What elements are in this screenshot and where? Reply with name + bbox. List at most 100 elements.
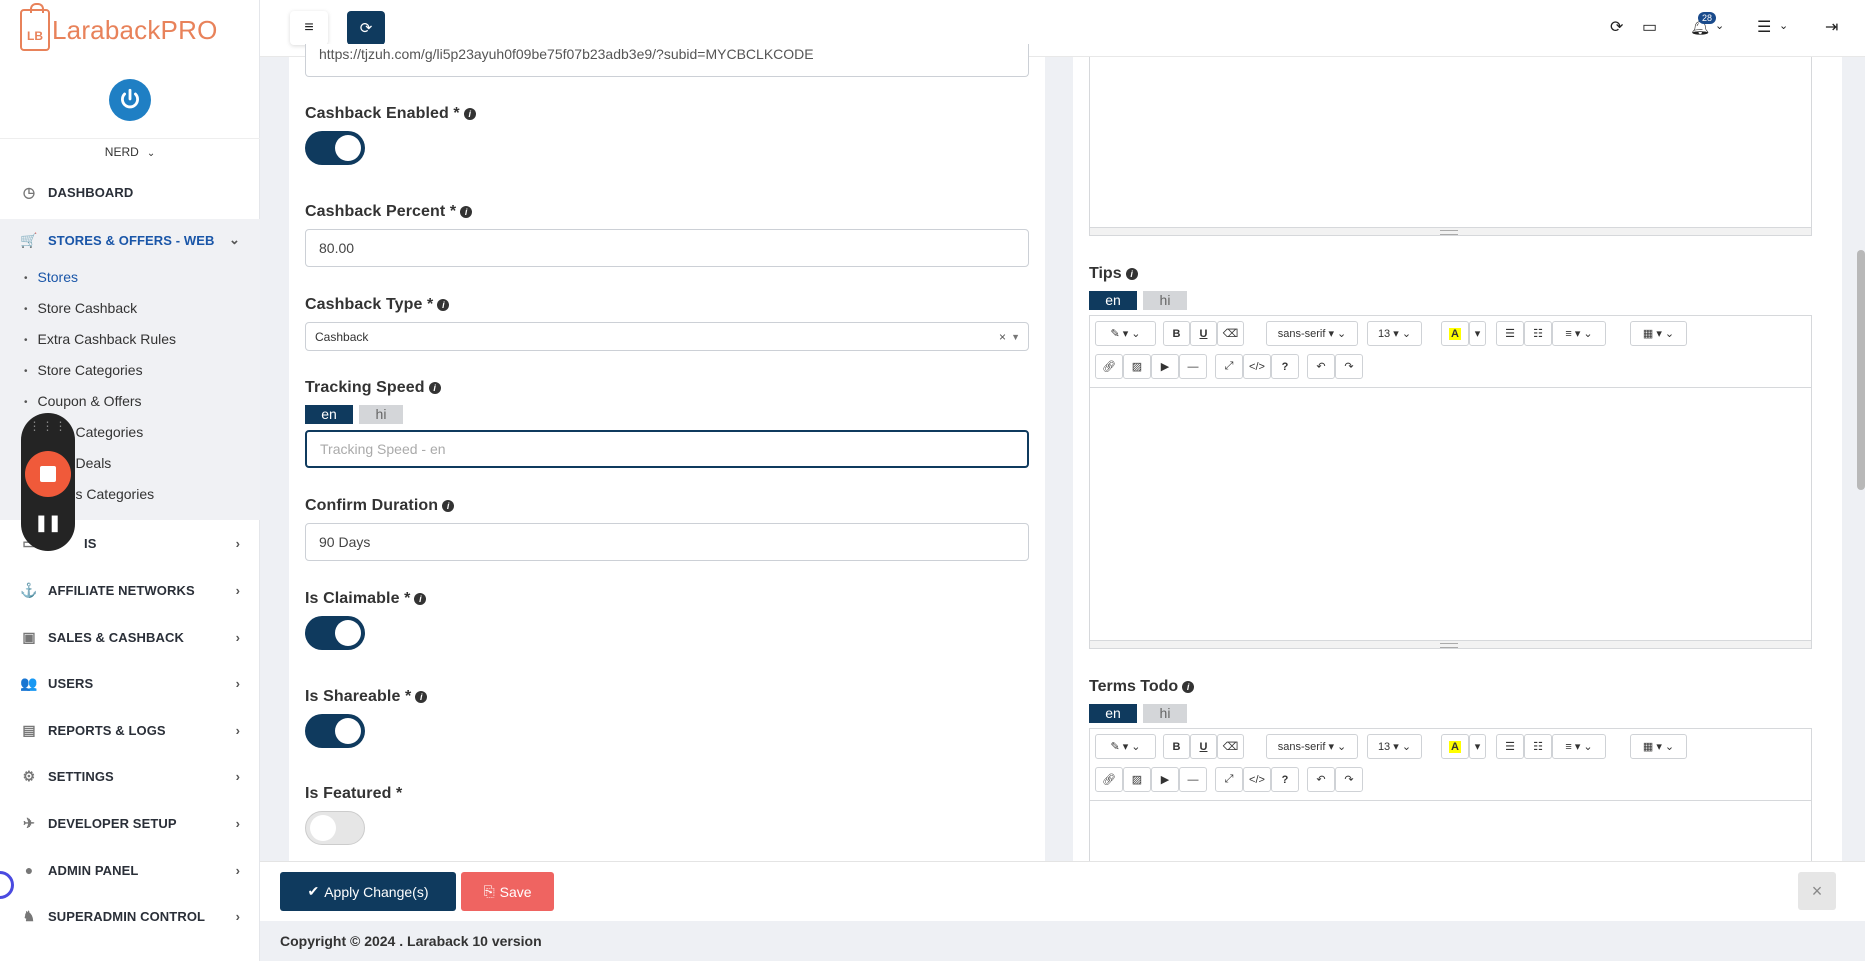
image-icon[interactable]: ▨ (1123, 354, 1151, 379)
editor-top[interactable] (1089, 57, 1812, 236)
chevron-down-icon[interactable]: ⌄ (1779, 19, 1788, 32)
font-family-select[interactable]: sans-serif ▾ ⌄ (1266, 321, 1358, 346)
power-icon[interactable] (109, 79, 151, 121)
redo-icon[interactable]: ↷ (1335, 354, 1363, 379)
tab-hi[interactable]: hi (359, 405, 403, 424)
eraser-icon[interactable]: ⌫ (1217, 734, 1244, 759)
terms-editor[interactable]: ✎ ▾ ⌄ B U ⌫ sans-serif ▾ ⌄ 13 ▾ ⌄ A ▾ ☰ … (1089, 728, 1812, 861)
is-shareable-toggle[interactable] (305, 714, 365, 748)
table-button[interactable]: ▦ ▾ ⌄ (1630, 734, 1687, 759)
numbered-list-icon[interactable]: ☷ (1524, 321, 1552, 346)
info-icon[interactable]: i (428, 381, 441, 394)
tab-hi[interactable]: hi (1143, 704, 1187, 723)
info-icon[interactable]: i (414, 592, 427, 605)
text-color-button[interactable]: A (1441, 734, 1469, 759)
font-size-select[interactable]: 13 ▾ ⌄ (1367, 321, 1422, 346)
tab-en[interactable]: en (1089, 291, 1137, 310)
text-color-button[interactable]: A (1441, 321, 1469, 346)
sliders-icon[interactable]: ☰ (1757, 17, 1771, 37)
fullscreen-icon[interactable]: ⤢ (1215, 354, 1243, 379)
submenu-item-deal-categories[interactable]: s Categories (62, 486, 155, 502)
sidebar-item-admin-panel[interactable]: ● ADMIN PANEL › (0, 850, 260, 890)
style-button[interactable]: ✎ ▾ ⌄ (1095, 734, 1156, 759)
sidebar-item-developer-setup[interactable]: ✈ DEVELOPER SETUP › (0, 803, 260, 843)
submenu-item-coupon-offers[interactable]: Coupon & Offers (24, 393, 142, 409)
info-icon[interactable]: i (1182, 680, 1195, 693)
is-featured-toggle[interactable] (305, 811, 365, 845)
monitor-icon[interactable]: ▭ (1642, 17, 1657, 37)
submenu-item-extra-cashback[interactable]: Extra Cashback Rules (24, 331, 177, 347)
align-button[interactable]: ≡ ▾ ⌄ (1552, 734, 1606, 759)
tab-hi[interactable]: hi (1143, 291, 1187, 310)
tips-editor[interactable]: ✎ ▾ ⌄ B U ⌫ sans-serif ▾ ⌄ 13 ▾ ⌄ A ▾ ☰ … (1089, 315, 1812, 649)
clear-icon[interactable]: × (999, 330, 1006, 344)
tab-en[interactable]: en (1089, 704, 1137, 723)
sidebar-item-settings[interactable]: ⚙ SETTINGS › (0, 756, 260, 796)
hr-icon[interactable]: — (1179, 767, 1207, 792)
info-icon[interactable]: i (437, 298, 450, 311)
submenu-item-store-cashback[interactable]: Store Cashback (24, 300, 138, 316)
undo-icon[interactable]: ↶ (1307, 767, 1335, 792)
info-icon[interactable]: i (463, 107, 476, 120)
align-button[interactable]: ≡ ▾ ⌄ (1552, 321, 1606, 346)
redo-icon[interactable]: ↷ (1335, 767, 1363, 792)
sidebar-item-affiliate-networks[interactable]: ⚓ AFFILIATE NETWORKS › (0, 570, 260, 610)
user-menu[interactable]: NERD ⌄ (0, 138, 260, 159)
info-icon[interactable]: i (415, 690, 428, 703)
font-family-select[interactable]: sans-serif ▾ ⌄ (1266, 734, 1358, 759)
color-dropdown-icon[interactable]: ▾ (1469, 734, 1486, 759)
resize-handle[interactable] (1090, 227, 1811, 235)
sidebar-item-users[interactable]: 👥 USERS › (0, 663, 260, 703)
font-size-select[interactable]: 13 ▾ ⌄ (1367, 734, 1422, 759)
underline-button[interactable]: U (1190, 734, 1217, 759)
info-icon[interactable]: i (442, 499, 455, 512)
underline-button[interactable]: U (1190, 321, 1217, 346)
eraser-icon[interactable]: ⌫ (1217, 321, 1244, 346)
close-button[interactable]: × (1798, 872, 1836, 910)
stop-record-button[interactable] (25, 451, 71, 497)
cashback-percent-input[interactable]: 80.00 (305, 229, 1029, 267)
undo-icon[interactable]: ↶ (1307, 354, 1335, 379)
sidebar-item-stores-offers[interactable]: 🛒 STORES & OFFERS - WEB ⌄ (0, 219, 260, 261)
sync-icon[interactable]: ⟳ (1610, 17, 1623, 37)
cashback-enabled-toggle[interactable] (305, 131, 365, 165)
confirm-duration-input[interactable]: 90 Days (305, 523, 1029, 561)
bold-button[interactable]: B (1163, 734, 1190, 759)
sidebar-item-superadmin-control[interactable]: ♞ SUPERADMIN CONTROL › (0, 896, 260, 936)
submenu-item-store-categories[interactable]: Store Categories (24, 362, 143, 378)
info-icon[interactable]: i (460, 205, 473, 218)
logout-icon[interactable]: ⇥ (1825, 17, 1838, 37)
code-view-icon[interactable]: </> (1243, 354, 1271, 379)
page-scrollbar[interactable] (1857, 250, 1865, 490)
resize-handle[interactable] (1090, 640, 1811, 648)
drag-handle-icon[interactable]: ⋮⋮⋮ (21, 419, 75, 433)
help-icon[interactable]: ? (1271, 354, 1299, 379)
numbered-list-icon[interactable]: ☷ (1524, 734, 1552, 759)
sidebar-item-sales-cashback[interactable]: ▣ SALES & CASHBACK › (0, 617, 260, 657)
menu-toggle-button[interactable]: ≡ (290, 11, 328, 45)
save-button[interactable]: ⎘ Save (461, 872, 554, 911)
logo[interactable]: LB LarabackPRO (20, 3, 218, 52)
info-icon[interactable]: i (1125, 267, 1138, 280)
image-icon[interactable]: ▨ (1123, 767, 1151, 792)
video-icon[interactable]: ▶ (1151, 354, 1179, 379)
chevron-down-icon[interactable]: ⌄ (1715, 19, 1724, 32)
sidebar-item-reports-logs[interactable]: ▤ REPORTS & LOGS › (0, 710, 260, 750)
code-view-icon[interactable]: </> (1243, 767, 1271, 792)
video-icon[interactable]: ▶ (1151, 767, 1179, 792)
help-icon[interactable]: ? (1271, 767, 1299, 792)
sidebar-item-dashboard[interactable]: ◷ DASHBOARD (0, 172, 260, 212)
hr-icon[interactable]: — (1179, 354, 1207, 379)
color-dropdown-icon[interactable]: ▾ (1469, 321, 1486, 346)
pause-icon[interactable]: ❚❚ (21, 513, 75, 533)
link-icon[interactable]: 🔗︎ (1095, 354, 1123, 379)
cashback-type-select[interactable]: Cashback × ▼ (305, 322, 1029, 351)
bullet-list-icon[interactable]: ☰ (1496, 321, 1524, 346)
submenu-item-stores[interactable]: Stores (24, 269, 78, 285)
apply-changes-button[interactable]: ✔ Apply Change(s) (280, 872, 456, 911)
is-claimable-toggle[interactable] (305, 616, 365, 650)
tab-en[interactable]: en (305, 405, 353, 424)
bold-button[interactable]: B (1163, 321, 1190, 346)
link-icon[interactable]: 🔗︎ (1095, 767, 1123, 792)
bullet-list-icon[interactable]: ☰ (1496, 734, 1524, 759)
